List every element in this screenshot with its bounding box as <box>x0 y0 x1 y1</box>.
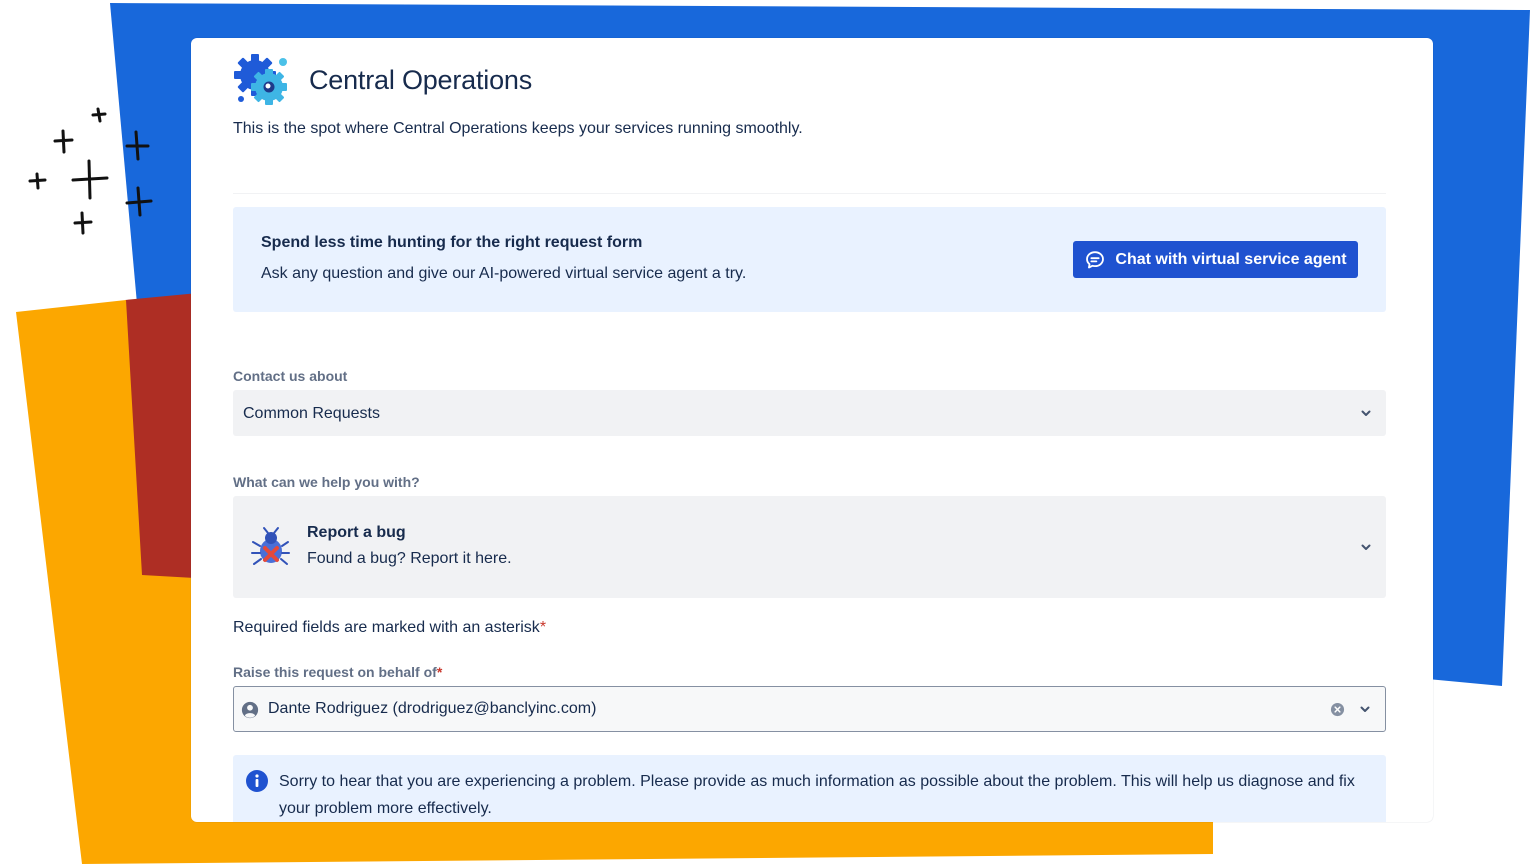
request-type-select[interactable]: Report a bug Found a bug? Report it here… <box>233 496 1386 598</box>
chevron-down-icon[interactable] <box>1359 703 1371 715</box>
banner-text: Ask any question and give our AI-powered… <box>261 265 747 282</box>
portal-card: Central Operations This is the spot wher… <box>191 38 1433 822</box>
chevron-down-icon <box>1361 410 1371 416</box>
required-note-text: Required fields are marked with an aster… <box>233 619 540 636</box>
contact-label: Contact us about <box>233 368 348 384</box>
on-behalf-label: Raise this request on behalf of* <box>233 664 442 680</box>
info-icon <box>246 770 268 792</box>
gears-logo-icon <box>234 54 287 105</box>
portal-header: Central Operations <box>233 50 532 110</box>
contact-select-value: Common Requests <box>243 405 380 422</box>
info-message-box: Sorry to hear that you are experiencing … <box>233 755 1386 822</box>
bug-icon <box>251 527 290 565</box>
clear-icon[interactable] <box>1330 702 1345 717</box>
portal-title: Central Operations <box>309 64 533 95</box>
request-type-title: Report a bug <box>307 524 406 541</box>
required-asterisk: * <box>539 619 547 636</box>
on-behalf-select[interactable]: Dante Rodriguez (drodriguez@banclyinc.co… <box>233 686 1386 732</box>
banner-title: Spend less time hunting for the right re… <box>261 234 643 251</box>
header-divider <box>233 193 1386 194</box>
request-type-description: Found a bug? Report it here. <box>307 550 512 567</box>
chat-with-agent-button[interactable]: Chat with virtual service agent <box>1073 241 1358 278</box>
portal-description: This is the spot where Central Operation… <box>233 120 803 137</box>
help-label: What can we help you with? <box>233 474 420 490</box>
chat-bubble-icon <box>1086 250 1105 268</box>
on-behalf-value: Dante Rodriguez (drodriguez@banclyinc.co… <box>268 700 597 717</box>
chat-button-label: Chat with virtual service agent <box>1115 250 1347 268</box>
virtual-agent-banner: Spend less time hunting for the right re… <box>233 207 1386 312</box>
chevron-down-icon <box>1361 544 1371 550</box>
sparkles-decoration <box>28 107 153 235</box>
info-message-text: Sorry to hear that you are experiencing … <box>279 773 1355 817</box>
required-asterisk: * <box>436 664 443 680</box>
user-avatar-icon <box>241 701 259 719</box>
contact-select[interactable]: Common Requests <box>233 390 1386 436</box>
on-behalf-label-text: Raise this request on behalf of <box>233 664 437 680</box>
required-fields-note: Required fields are marked with an aster… <box>233 619 546 637</box>
